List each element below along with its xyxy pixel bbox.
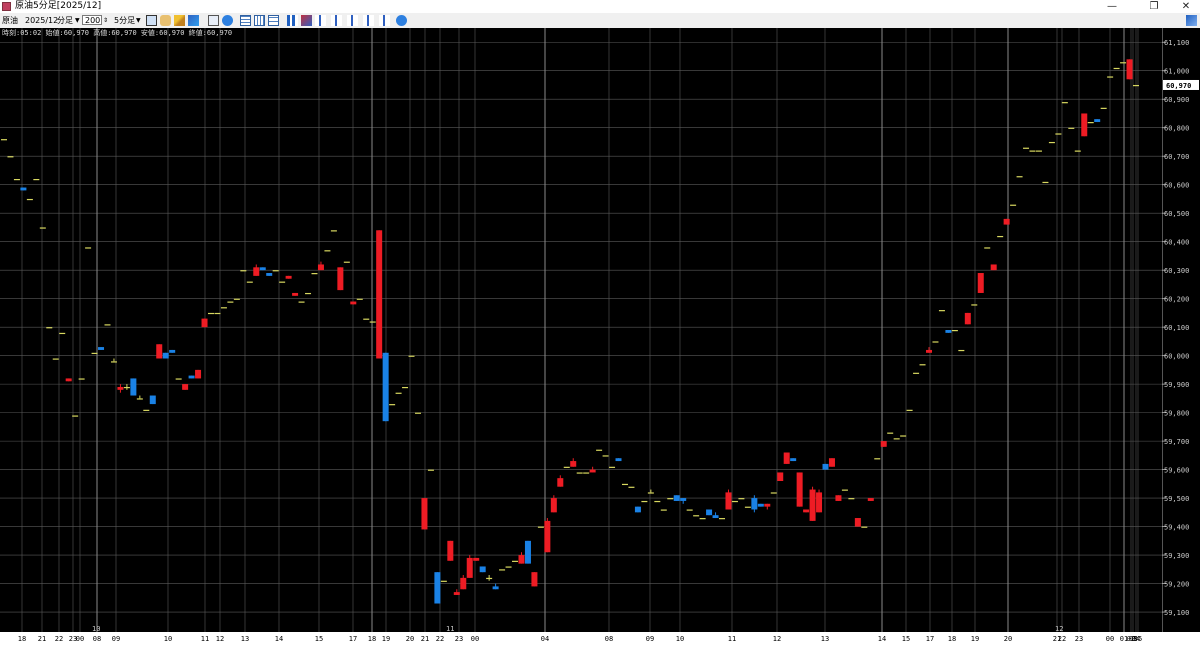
refresh-icon[interactable] (222, 15, 233, 26)
select-icon[interactable] (208, 15, 219, 26)
bar-chart-icon[interactable] (287, 15, 298, 26)
window-title: 原油5分足[2025/12] (15, 1, 102, 11)
hand-icon[interactable] (160, 15, 171, 26)
chart-tool-icon[interactable] (363, 15, 374, 26)
instrument-label[interactable]: 原油 (2, 13, 18, 28)
window-titlebar: 原油5分足[2025/12] — ❐ ✕ (0, 0, 1200, 14)
chart-tool-icon[interactable] (331, 15, 342, 26)
contract-label[interactable]: 2025/12 (25, 13, 58, 28)
chart-tool-icon[interactable] (315, 15, 326, 26)
pencil-icon[interactable] (174, 15, 185, 26)
reload-icon[interactable] (396, 15, 407, 26)
spinner-icon[interactable]: ⇕ (103, 13, 108, 28)
ohlc-info-readout: 時刻:05:02 始値:60,970 高値:60,970 安値:60,970 終… (2, 29, 233, 37)
toolbar: 原油 2025/12 分足 ▼ 200 ⇕ 5分足 ▼ (0, 13, 1200, 29)
chevron-down-icon[interactable]: ▼ (75, 13, 80, 28)
indicator-icon[interactable] (301, 15, 312, 26)
settings-icon[interactable] (1186, 15, 1197, 26)
chevron-down-icon[interactable]: ▼ (136, 13, 141, 28)
chart-area[interactable] (0, 28, 1162, 632)
close-button[interactable]: ✕ (1173, 0, 1199, 13)
draw-line-icon[interactable] (188, 15, 199, 26)
list-icon[interactable] (268, 15, 279, 26)
cursor-icon[interactable] (146, 15, 157, 26)
interval-select[interactable]: 5分足 (114, 13, 135, 28)
app-icon (2, 2, 11, 11)
bar-count-input[interactable]: 200 (82, 15, 102, 25)
grid-icon[interactable] (254, 15, 265, 26)
time-axis[interactable] (0, 632, 1200, 645)
minimize-button[interactable]: — (1099, 0, 1125, 13)
period-unit-select[interactable]: 分足 (57, 13, 73, 28)
table-icon[interactable] (240, 15, 251, 26)
chart-tool-icon[interactable] (379, 15, 390, 26)
chart-tool-icon[interactable] (347, 15, 358, 26)
restore-button[interactable]: ❐ (1141, 0, 1167, 13)
price-axis[interactable] (1162, 28, 1200, 632)
